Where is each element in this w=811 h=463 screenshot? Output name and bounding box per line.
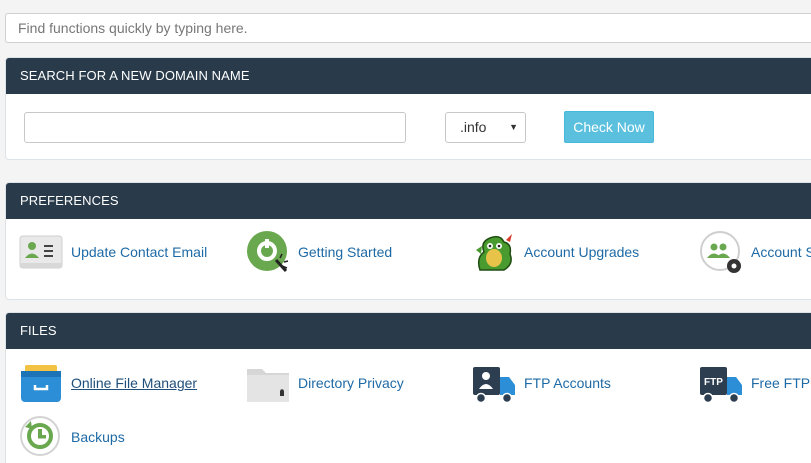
domain-name-input[interactable] (24, 112, 406, 143)
domain-panel-title: SEARCH FOR A NEW DOMAIN NAME (6, 58, 811, 94)
account-upgrades-label: Account Upgrades (524, 244, 640, 260)
update-contact-email-link[interactable]: Update Contact Email (19, 230, 207, 274)
tld-select[interactable]: .info ▼ (445, 112, 526, 143)
free-ftp-label: Free FTP S (751, 375, 811, 391)
domain-search-panel: SEARCH FOR A NEW DOMAIN NAME .info ▼ Che… (5, 57, 811, 160)
dragon-mascot-icon (472, 230, 516, 274)
preferences-panel-title: PREFERENCES (6, 183, 811, 219)
getting-started-icon (246, 230, 290, 274)
files-panel: FILES Online File Manager Directory Priv… (5, 312, 811, 463)
files-panel-title: FILES (6, 313, 811, 349)
update-contact-email-label: Update Contact Email (71, 244, 208, 260)
free-ftp-link[interactable]: FTP Free FTP S (699, 361, 811, 405)
check-now-button[interactable]: Check Now (564, 111, 654, 143)
ftp-accounts-label: FTP Accounts (524, 375, 611, 391)
online-file-manager-link[interactable]: Online File Manager (19, 361, 197, 405)
account-settings-link[interactable]: Account Se (699, 230, 811, 274)
preferences-panel: PREFERENCES Update Contact Email Getting… (5, 182, 811, 300)
user-settings-icon (699, 230, 743, 274)
backups-link[interactable]: Backups (19, 415, 125, 459)
online-file-manager-label: Online File Manager (71, 375, 198, 391)
function-search-input[interactable] (5, 13, 811, 43)
backups-label: Backups (71, 429, 125, 445)
getting-started-link[interactable]: Getting Started (246, 230, 392, 274)
account-settings-label: Account Se (751, 244, 811, 260)
directory-privacy-link[interactable]: Directory Privacy (246, 361, 404, 405)
svg-text:FTP: FTP (704, 377, 723, 388)
directory-privacy-label: Directory Privacy (298, 375, 404, 391)
chevron-down-icon: ▼ (509, 122, 518, 132)
backup-clock-icon (19, 415, 63, 459)
locked-folder-icon (246, 361, 290, 405)
ftp-truck-icon: FTP (699, 361, 743, 405)
file-drawer-icon (19, 361, 63, 405)
ftp-accounts-link[interactable]: FTP Accounts (472, 361, 611, 405)
getting-started-label: Getting Started (298, 244, 393, 260)
contact-card-icon (19, 230, 63, 274)
ftp-truck-user-icon (472, 361, 516, 405)
account-upgrades-link[interactable]: Account Upgrades (472, 230, 639, 274)
tld-selected-value: .info (460, 119, 487, 135)
